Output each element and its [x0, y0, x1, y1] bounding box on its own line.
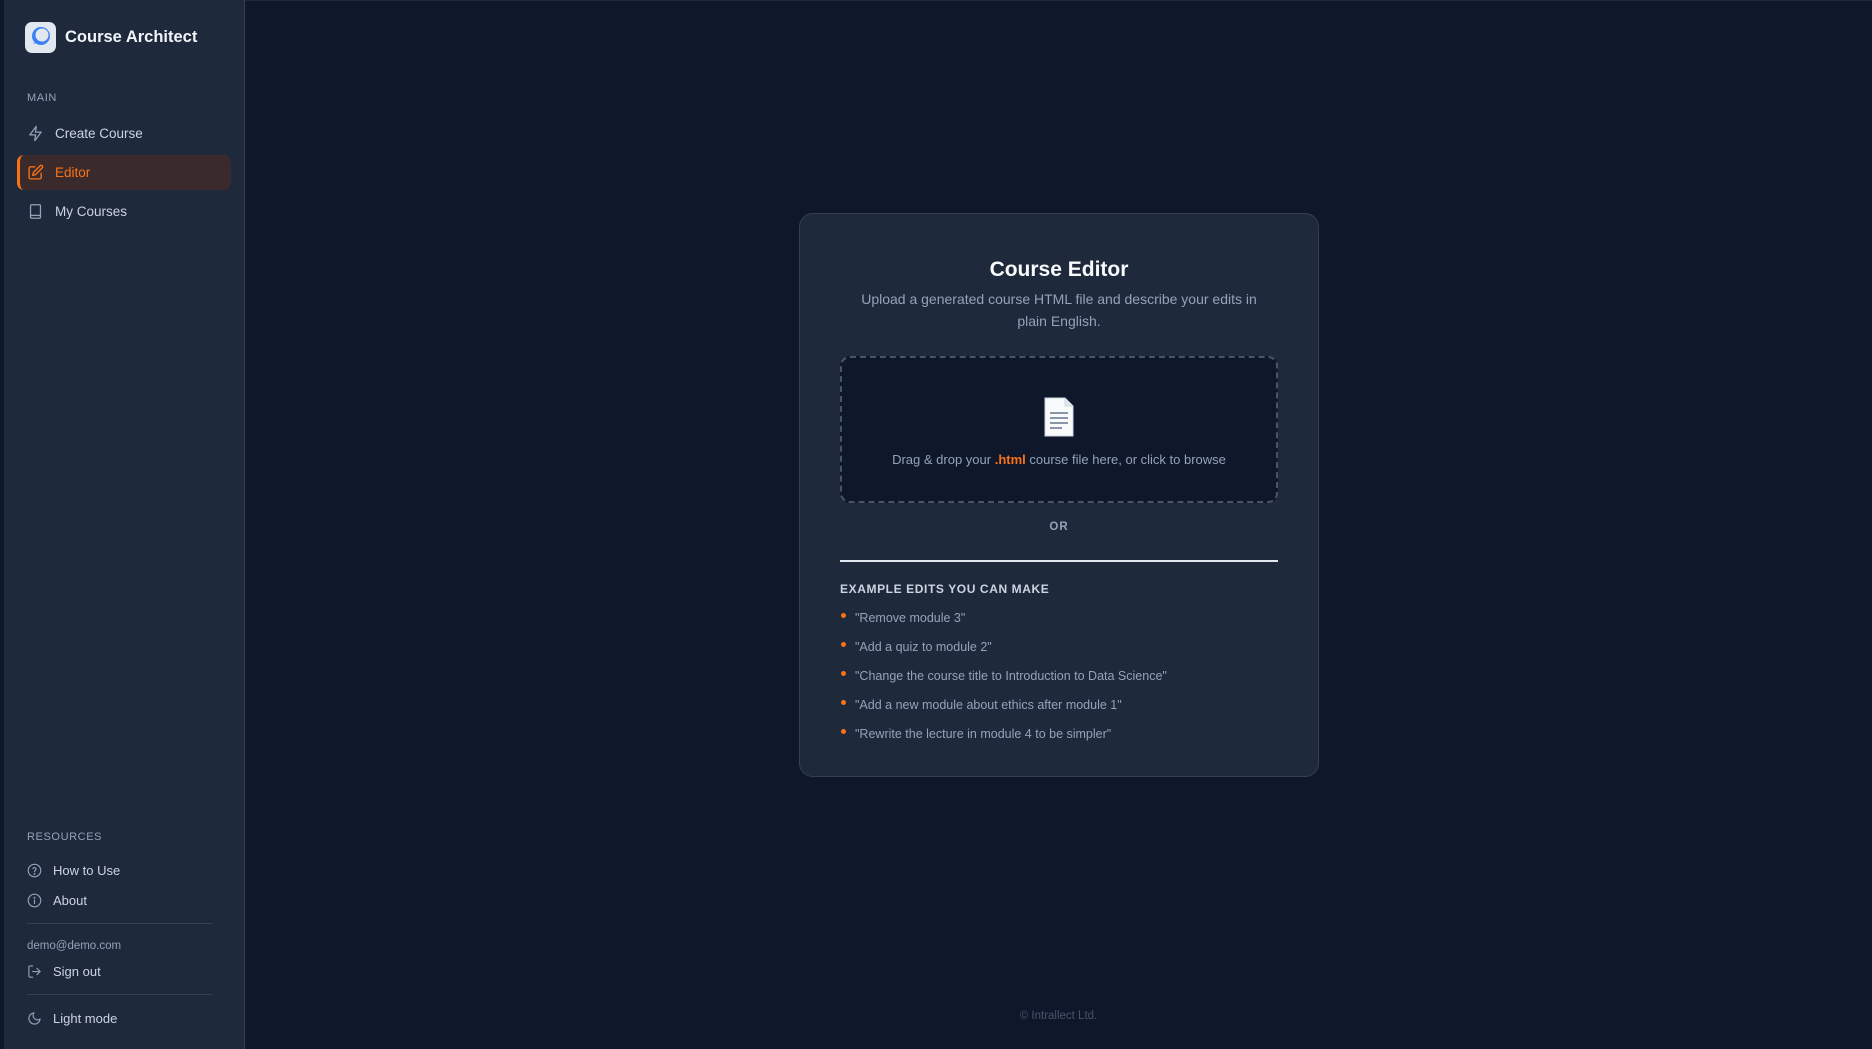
- divider: [27, 994, 212, 995]
- user-email: demo@demo.com: [27, 940, 122, 952]
- nav-item-create-course[interactable]: Create Course: [17, 116, 231, 151]
- examples-heading: EXAMPLE EDITS YOU CAN MAKE: [840, 582, 1050, 596]
- app-title: Course Architect: [65, 27, 198, 46]
- link-how-to-use[interactable]: How to Use: [17, 855, 222, 885]
- divider-line: [840, 560, 1278, 562]
- example-item: "Add a new module about ethics after mod…: [840, 697, 1278, 726]
- nav-item-label: My Courses: [55, 204, 128, 219]
- dropzone-text-after: course file here, or click to browse: [1025, 451, 1226, 467]
- nav-item-editor[interactable]: Editor: [17, 155, 231, 190]
- file-dropzone[interactable]: Drag & drop your .html course file here,…: [840, 356, 1278, 503]
- sign-out-label: Sign out: [53, 963, 101, 979]
- book-icon: [27, 203, 44, 220]
- or-separator: OR: [1049, 521, 1069, 533]
- footer-copyright: © Intrallect Ltd.: [1019, 1010, 1098, 1022]
- page-title: Course Editor: [989, 258, 1129, 281]
- app-root: Course Architect MAIN Create Course Edit…: [0, 0, 1872, 1049]
- brand[interactable]: Course Architect: [17, 18, 231, 54]
- moon-icon: [27, 1011, 42, 1026]
- example-item: "Change the course title to Introduction…: [840, 668, 1278, 697]
- main-content: Course Editor Upload a generated course …: [245, 0, 1872, 1049]
- section-label-resources: RESOURCES: [27, 831, 103, 843]
- lightning-icon: [27, 125, 44, 142]
- main-nav: Create Course Editor My Courses: [17, 116, 231, 229]
- chat-bubble-logo-icon: [25, 21, 56, 53]
- page-subtitle: Upload a generated course HTML file and …: [861, 291, 1257, 329]
- example-item: "Rewrite the lecture in module 4 to be s…: [840, 726, 1278, 755]
- course-editor-card: Course Editor Upload a generated course …: [799, 213, 1319, 777]
- info-circle-icon: [27, 893, 42, 908]
- dropzone-text-before: Drag & drop your: [892, 451, 995, 467]
- sidebar-bottom: RESOURCES How to Use About demo@demo.com: [17, 831, 222, 1049]
- logout-icon: [27, 964, 42, 979]
- examples-list: "Remove module 3" "Add a quiz to module …: [840, 610, 1278, 755]
- link-label: How to Use: [53, 862, 121, 878]
- file-extension: .html: [994, 451, 1026, 467]
- theme-toggle-label: Light mode: [53, 1010, 118, 1026]
- sidebar: Course Architect MAIN Create Course Edit…: [0, 0, 245, 1049]
- divider: [27, 923, 212, 924]
- sign-out-button[interactable]: Sign out: [17, 956, 222, 986]
- section-label-main: MAIN: [27, 92, 57, 104]
- nav-item-my-courses[interactable]: My Courses: [17, 194, 231, 229]
- document-icon: [1042, 393, 1076, 442]
- example-item: "Remove module 3": [840, 610, 1278, 639]
- link-label: About: [53, 892, 87, 908]
- example-item: "Add a quiz to module 2": [840, 639, 1278, 668]
- link-about[interactable]: About: [17, 885, 222, 915]
- dropzone-text: Drag & drop your .html course file here,…: [892, 452, 1226, 467]
- edit-icon: [27, 164, 44, 181]
- theme-toggle-button[interactable]: Light mode: [17, 1003, 222, 1033]
- help-circle-icon: [27, 863, 42, 878]
- nav-item-label: Create Course: [55, 126, 143, 141]
- nav-item-label: Editor: [55, 165, 91, 180]
